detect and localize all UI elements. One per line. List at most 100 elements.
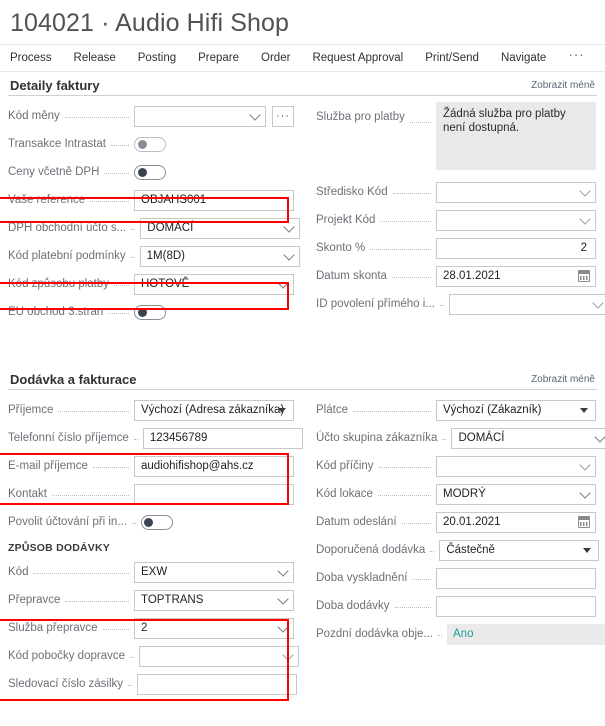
show-less-link-invoice-details[interactable]: Zobrazit méně <box>531 80 595 93</box>
calendar-icon[interactable] <box>578 516 590 528</box>
label-leader-dots <box>410 114 431 123</box>
prepravce-dropdown[interactable]: TOPTRANS <box>134 590 294 611</box>
field-control <box>436 568 596 589</box>
chevron-down-icon[interactable] <box>284 221 295 232</box>
sluzba-prepravce-dropdown[interactable]: 2 <box>134 618 294 639</box>
field-label: Plátce <box>316 396 348 424</box>
menu-item-prepare[interactable]: Prepare <box>198 44 252 72</box>
chevron-down-icon[interactable] <box>595 431 605 442</box>
chevron-down-icon[interactable] <box>277 621 288 632</box>
field-sluzba-prepravce: Služba přepravce 2 <box>8 614 294 642</box>
field-kod-zpusobu-platby: Kód způsobu platby HOTOVĚ <box>8 270 294 298</box>
field-label: Kód <box>8 558 28 586</box>
kod-priciny-dropdown[interactable] <box>436 456 596 477</box>
kontakt-input[interactable] <box>134 484 294 505</box>
telefonni-cislo-prijemce-input[interactable]: 123456789 <box>143 428 303 449</box>
chevron-down-icon[interactable] <box>283 249 294 260</box>
field-control: Částečně <box>439 540 599 561</box>
eu-obchod-3-stran-toggle[interactable] <box>134 305 166 320</box>
zpusob-dodavky-kod-dropdown[interactable]: EXW <box>134 562 294 583</box>
platce-select[interactable]: Výchozí (Zákazník) <box>436 400 596 421</box>
field-control: Výchozí (Zákazník) <box>436 400 596 421</box>
sledovaci-cislo-zasilky-input[interactable] <box>137 674 297 695</box>
field-label: Kód pobočky dopravce <box>8 642 125 670</box>
chevron-down-icon[interactable] <box>249 109 260 120</box>
field-value: audiohifishop@ahs.cz <box>141 460 254 472</box>
label-leader-dots <box>131 221 135 230</box>
doba-vyskladneni-input[interactable] <box>436 568 596 589</box>
skonto-procento-input[interactable]: 2 <box>436 238 596 259</box>
ucto-skupina-zakaznika-dropdown[interactable]: DOMÁCÍ <box>451 428 605 449</box>
invoice-details-left-column: Kód měny ··· Transakce Intrastat <box>0 102 302 326</box>
triangle-down-icon[interactable] <box>580 408 588 413</box>
menu-item-request-approval[interactable]: Request Approval <box>312 44 416 72</box>
field-dph-obchodni-ucto-skupina: DPH obchodní účto s... DOMÁCÍ <box>8 214 294 242</box>
delivery-columns: Příjemce Výchozí (Adresa zákazníka) Tele… <box>0 396 605 698</box>
field-label: Středisko Kód <box>316 178 388 206</box>
triangle-down-icon[interactable] <box>583 548 591 553</box>
calendar-icon[interactable] <box>578 270 590 282</box>
kod-meny-lookup-button[interactable]: ··· <box>272 106 294 127</box>
kod-meny-input[interactable] <box>134 106 266 127</box>
field-control: 123456789 <box>143 428 303 449</box>
label-leader-dots <box>442 431 446 440</box>
field-telefonni-cislo-prijemce: Telefonní číslo příjemce 123456789 <box>8 424 294 452</box>
field-control <box>134 137 294 152</box>
prijemce-select[interactable]: Výchozí (Adresa zákazníka) <box>134 400 294 421</box>
field-control: TOPTRANS <box>134 590 294 611</box>
ceny-vcetne-dph-toggle[interactable] <box>134 165 166 180</box>
menu-item-posting[interactable]: Posting <box>138 44 189 72</box>
menu-item-navigate[interactable]: Navigate <box>501 44 559 72</box>
datum-odeslani-input[interactable]: 20.01.2021 <box>436 512 596 533</box>
field-value: 2 <box>141 622 147 634</box>
chevron-down-icon[interactable] <box>579 213 590 224</box>
chevron-down-icon[interactable] <box>579 459 590 470</box>
chevron-down-icon[interactable] <box>592 297 603 308</box>
action-menu-bar: Process Release Posting Prepare Order Re… <box>0 44 605 72</box>
doporucena-dodavka-select[interactable]: Částečně <box>439 540 599 561</box>
kod-platebni-podminky-dropdown[interactable]: 1M(8D) <box>140 246 300 267</box>
chevron-down-icon[interactable] <box>282 649 293 660</box>
field-control <box>449 294 605 315</box>
id-povoleni-primeho-inkasa-dropdown[interactable] <box>449 294 605 315</box>
label-leader-dots <box>103 621 130 630</box>
menu-item-order[interactable]: Order <box>261 44 303 72</box>
field-doba-vyskladneni: Doba vyskladnění <box>316 564 596 592</box>
projekt-kod-dropdown[interactable] <box>436 210 596 231</box>
dph-obchodni-ucto-skupina-dropdown[interactable]: DOMÁCÍ <box>140 218 300 239</box>
kod-pobocky-dopravce-dropdown[interactable] <box>139 646 299 667</box>
invoice-details-columns: Kód měny ··· Transakce Intrastat <box>0 102 605 326</box>
label-leader-dots <box>58 403 129 412</box>
stredisko-kod-dropdown[interactable] <box>436 182 596 203</box>
chevron-down-icon[interactable] <box>277 277 288 288</box>
chevron-down-icon[interactable] <box>277 565 288 576</box>
field-label: Telefonní číslo příjemce <box>8 424 129 452</box>
triangle-down-icon[interactable] <box>278 408 286 413</box>
label-leader-dots <box>440 297 444 306</box>
chevron-down-icon[interactable] <box>277 593 288 604</box>
menu-item-process[interactable]: Process <box>10 44 65 72</box>
show-less-link-delivery[interactable]: Zobrazit méně <box>531 374 595 387</box>
label-leader-dots <box>65 109 129 118</box>
chevron-down-icon[interactable] <box>579 185 590 196</box>
menu-overflow-icon[interactable]: ··· <box>568 48 585 62</box>
povolit-uctovani-toggle[interactable] <box>141 515 173 530</box>
field-control: HOTOVĚ <box>134 274 294 295</box>
title-bar: 104021 · Audio Hifi Shop <box>0 0 605 44</box>
field-label: ID povolení přímého i... <box>316 290 435 318</box>
label-leader-dots <box>131 249 135 258</box>
chevron-down-icon[interactable] <box>579 487 590 498</box>
transakce-intrastat-toggle[interactable] <box>134 137 166 152</box>
doba-dodavky-input[interactable] <box>436 596 596 617</box>
datum-skonta-input[interactable]: 28.01.2021 <box>436 266 596 287</box>
vase-reference-input[interactable]: OBJAHS001 <box>134 190 294 211</box>
menu-item-print-send[interactable]: Print/Send <box>425 44 492 72</box>
field-label: Povolit účtování při in... <box>8 508 127 536</box>
field-value: 1M(8D) <box>147 250 185 262</box>
kod-zpusobu-platby-dropdown[interactable]: HOTOVĚ <box>134 274 294 295</box>
kod-lokace-dropdown[interactable]: MODRÝ <box>436 484 596 505</box>
email-prijemce-input[interactable]: audiohifishop@ahs.cz <box>134 456 294 477</box>
field-label: Pozdní dodávka obje... <box>316 620 433 648</box>
menu-item-release[interactable]: Release <box>74 44 129 72</box>
field-control: OBJAHS001 <box>134 190 294 211</box>
